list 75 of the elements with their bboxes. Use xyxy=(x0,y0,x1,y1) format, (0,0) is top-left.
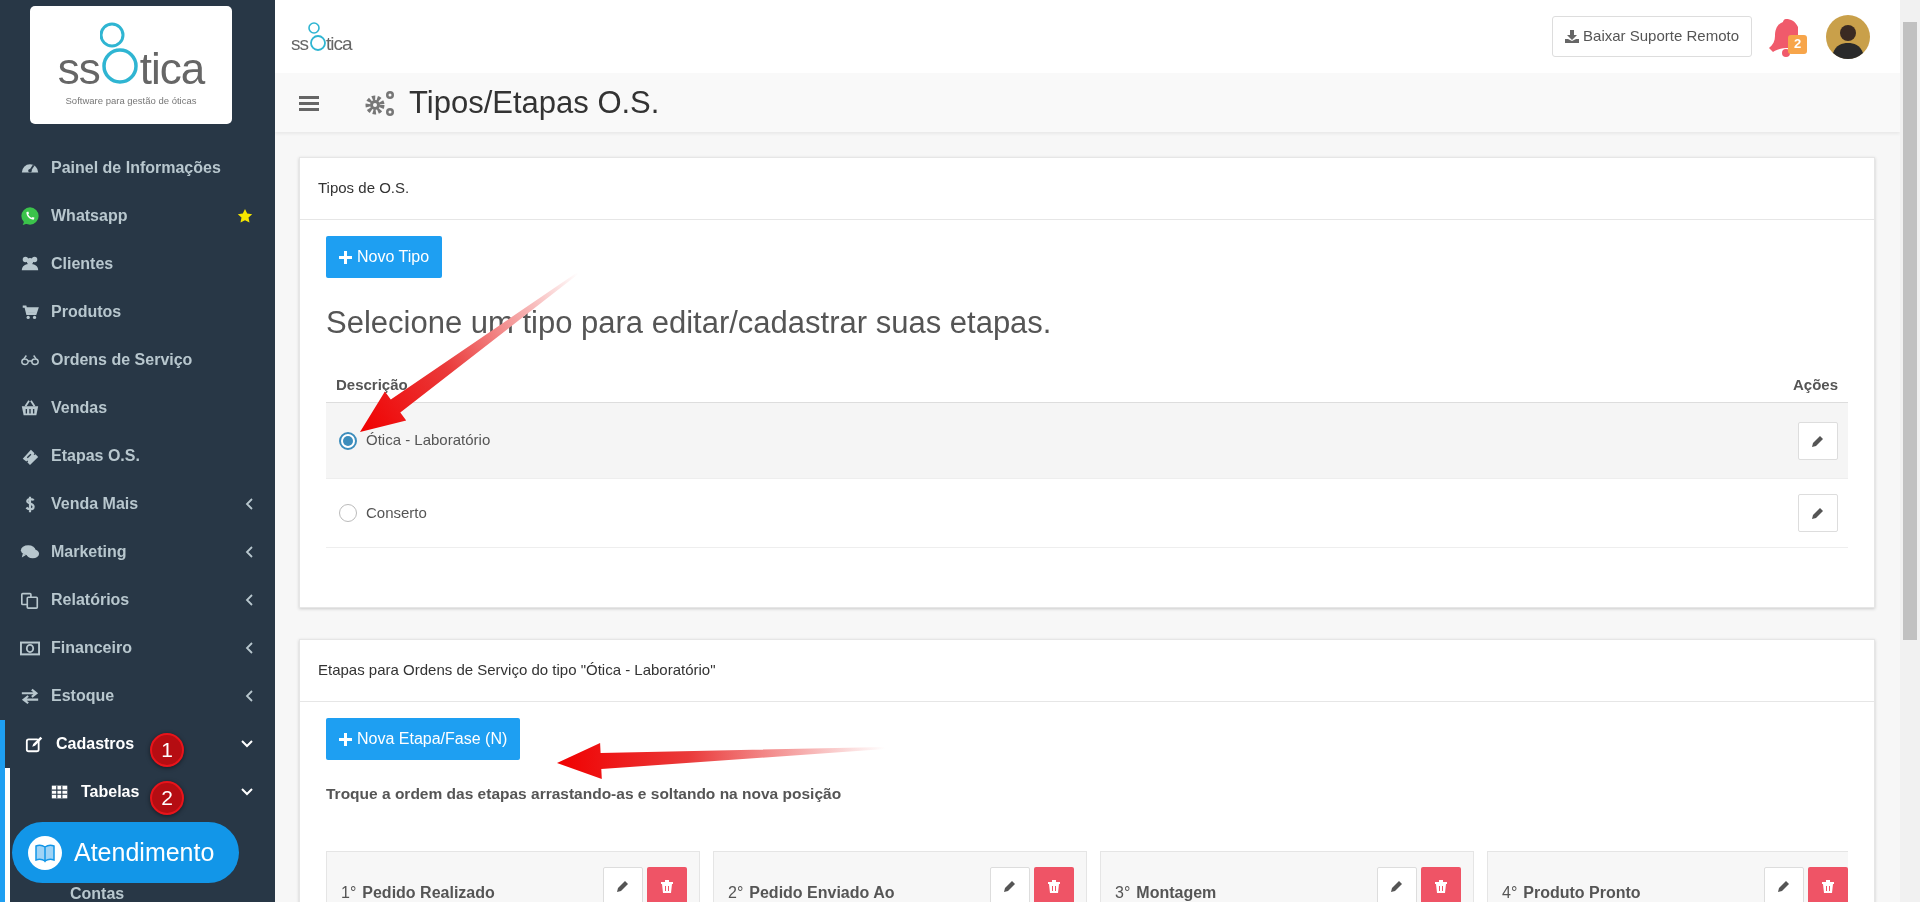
trash-icon xyxy=(1435,879,1447,893)
sidebar-item[interactable]: Marketing xyxy=(20,540,127,564)
edit-button[interactable] xyxy=(1798,494,1838,532)
edit-button[interactable] xyxy=(1798,421,1838,460)
stage-card[interactable]: 2° Pedido Enviado Ao xyxy=(713,851,1087,902)
pencil-icon xyxy=(1812,507,1824,519)
trash-icon xyxy=(661,879,673,893)
logo-text: tica xyxy=(139,47,205,92)
whatsapp-icon xyxy=(20,206,40,226)
type-name: Conserto xyxy=(366,502,427,523)
logo-text: tica xyxy=(326,33,352,53)
pencil-icon xyxy=(1812,434,1824,447)
support-button[interactable]: Baixar Suporte Remoto xyxy=(1552,16,1752,57)
edit-button[interactable] xyxy=(1764,867,1804,902)
instruction-text: Troque a ordem das etapas arrastando-as e soltando na nova posição xyxy=(326,784,843,804)
menu-icon[interactable] xyxy=(299,94,319,111)
delete-button[interactable] xyxy=(647,867,687,902)
pencil-icon xyxy=(1004,880,1016,893)
edit-button[interactable] xyxy=(1377,867,1417,902)
delete-button[interactable] xyxy=(1421,867,1461,902)
sidebar-item[interactable]: Financeiro xyxy=(20,636,132,660)
delete-button[interactable] xyxy=(1808,867,1848,902)
pencil-icon xyxy=(617,880,629,893)
card-title: Tipos de O.S. xyxy=(300,158,1874,220)
logo-tagline: Software para gestão de óticas xyxy=(65,94,197,109)
sidebar-item[interactable]: Contas xyxy=(70,882,125,902)
radio-button[interactable] xyxy=(339,504,357,522)
sidebar-item[interactable]: Whatsapp xyxy=(20,204,128,228)
copy-icon xyxy=(20,590,40,610)
pencil-icon xyxy=(1391,880,1403,893)
edit-button[interactable] xyxy=(603,867,643,902)
radio-button[interactable] xyxy=(339,431,357,450)
sidebar-item[interactable]: Tabelas xyxy=(50,780,140,804)
column-header: Descrição xyxy=(336,374,408,395)
page-title: Tipos/Etapas O.S. xyxy=(409,83,660,122)
sidebar-item[interactable]: Relatórios xyxy=(20,588,130,612)
sidebar-item[interactable]: Cadastros xyxy=(25,732,135,756)
stage-card[interactable]: 3° Montagem xyxy=(1100,851,1474,902)
plus-icon xyxy=(339,732,352,746)
card-title: Etapas para Ordens de Serviço do tipo "Ótica - Laboratório" xyxy=(300,640,1874,702)
sidebar-item[interactable]: Venda Mais xyxy=(20,492,139,516)
delete-button[interactable] xyxy=(1034,867,1074,902)
avatar[interactable] xyxy=(1826,14,1870,59)
step-marker: 1 xyxy=(150,733,184,767)
sidebar-item[interactable]: Clientes xyxy=(20,252,114,276)
edit-button[interactable] xyxy=(990,867,1030,902)
book-icon xyxy=(34,842,56,863)
stage-title: 3° Montagem xyxy=(1115,883,1217,902)
sidebar-item[interactable]: Ordens de Serviço xyxy=(20,348,193,372)
pencil-icon xyxy=(1778,880,1790,893)
sidebar-item[interactable]: Vendas xyxy=(20,396,108,420)
column-header: Ações xyxy=(1792,374,1838,395)
scrollbar-thumb[interactable] xyxy=(1903,22,1917,640)
stage-card[interactable]: 4° Produto Pronto xyxy=(1487,851,1848,902)
edit-icon xyxy=(25,734,45,754)
trash-icon xyxy=(1048,879,1060,893)
logo-text: ss xyxy=(291,33,308,53)
exchange-icon xyxy=(20,686,40,706)
stage-card[interactable]: 1° Pedido Realizado xyxy=(326,851,700,902)
basket-icon xyxy=(20,398,40,418)
sidebar-item[interactable]: Painel de Informações xyxy=(20,156,221,180)
stage-title: 2° Pedido Enviado Ao xyxy=(728,883,895,902)
logo-text: ss xyxy=(57,47,100,92)
plus-icon xyxy=(339,250,352,264)
stage-title: 1° Pedido Realizado xyxy=(341,883,495,902)
cart-icon xyxy=(20,302,40,322)
sidebar-item[interactable]: Estoque xyxy=(20,684,115,708)
trash-icon xyxy=(1822,879,1834,893)
logo-rings-icon xyxy=(308,20,326,53)
step-marker: 2 xyxy=(150,781,184,815)
sidebar-item[interactable]: Etapas O.S. xyxy=(20,444,140,468)
stage-title: 4° Produto Pronto xyxy=(1502,883,1641,902)
type-name: Ótica - Laboratório xyxy=(366,430,491,451)
download-icon xyxy=(1565,30,1580,43)
sidebar-item[interactable]: Produtos xyxy=(20,300,122,324)
